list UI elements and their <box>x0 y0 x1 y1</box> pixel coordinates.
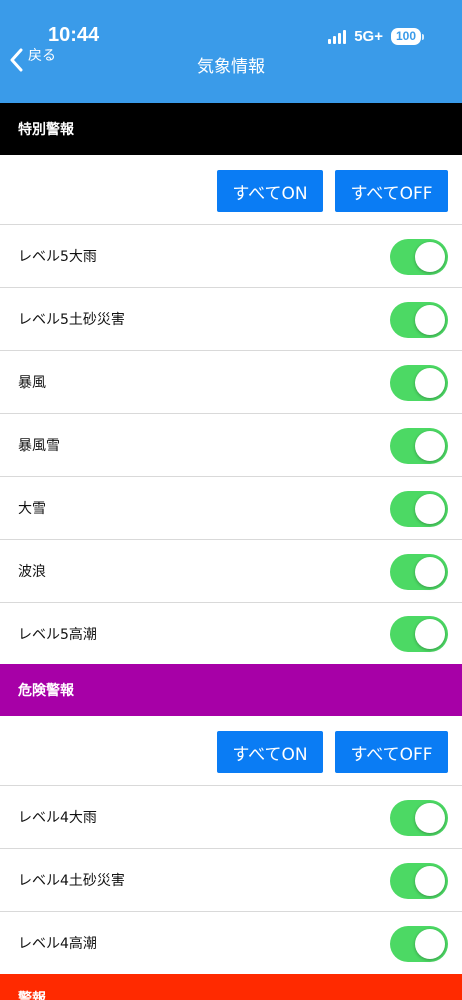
item-label: レベル5土砂災害 <box>18 312 125 328</box>
section-header-special: 特別警報 <box>0 103 462 155</box>
page-title: 気象情報 <box>197 57 265 77</box>
toggle-switch[interactable] <box>390 239 448 275</box>
item-label: 暴風 <box>18 375 46 391</box>
item-label: 大雪 <box>18 501 46 517</box>
network-type: 5G+ <box>354 28 383 45</box>
special-all-on-button[interactable]: すべてON <box>217 170 323 212</box>
item-label: レベル5高潮 <box>18 626 97 643</box>
special-button-row: すべてON すべてOFF <box>0 155 462 225</box>
list-item: レベル4土砂災害 <box>0 849 462 912</box>
battery-icon: 100 <box>390 28 424 45</box>
item-label: レベル4土砂災害 <box>18 873 125 889</box>
item-label: 波浪 <box>18 564 46 580</box>
signal-bars-icon <box>328 29 347 44</box>
battery-level: 100 <box>390 28 421 45</box>
navigation-header: 10:44 5G+ 100 戻る 気象情報 <box>0 0 462 103</box>
toggle-switch[interactable] <box>390 491 448 527</box>
list-item: レベル5高潮 <box>0 603 462 664</box>
list-item: レベル5大雨 <box>0 225 462 288</box>
special-all-off-button[interactable]: すべてOFF <box>335 170 448 212</box>
danger-all-off-button[interactable]: すべてOFF <box>335 731 448 773</box>
item-label: 暴風雪 <box>18 438 60 454</box>
list-item: 波浪 <box>0 540 462 603</box>
list-item: レベル5土砂災害 <box>0 288 462 351</box>
danger-all-on-button[interactable]: すべてON <box>217 731 323 773</box>
list-item: 暴風雪 <box>0 414 462 477</box>
danger-button-row: すべてON すべてOFF <box>0 716 462 786</box>
toggle-switch[interactable] <box>390 800 448 836</box>
toggle-switch[interactable] <box>390 365 448 401</box>
list-item: レベル4大雨 <box>0 786 462 849</box>
toggle-switch[interactable] <box>390 616 448 652</box>
status-time: 10:44 <box>48 24 100 46</box>
status-indicators: 5G+ 100 <box>328 28 424 45</box>
toggle-switch[interactable] <box>390 926 448 962</box>
toggle-switch[interactable] <box>390 428 448 464</box>
item-label: レベル4高潮 <box>18 936 97 952</box>
list-item: 大雪 <box>0 477 462 540</box>
item-label: レベル4大雨 <box>18 810 97 826</box>
section-header-warning: 警報 <box>0 974 462 1000</box>
item-label: レベル5大雨 <box>18 249 97 265</box>
list-item: 暴風 <box>0 351 462 414</box>
toggle-switch[interactable] <box>390 554 448 590</box>
section-header-danger: 危険警報 <box>0 664 462 716</box>
list-item: レベル4高潮 <box>0 912 462 974</box>
toggle-switch[interactable] <box>390 302 448 338</box>
toggle-switch[interactable] <box>390 863 448 899</box>
